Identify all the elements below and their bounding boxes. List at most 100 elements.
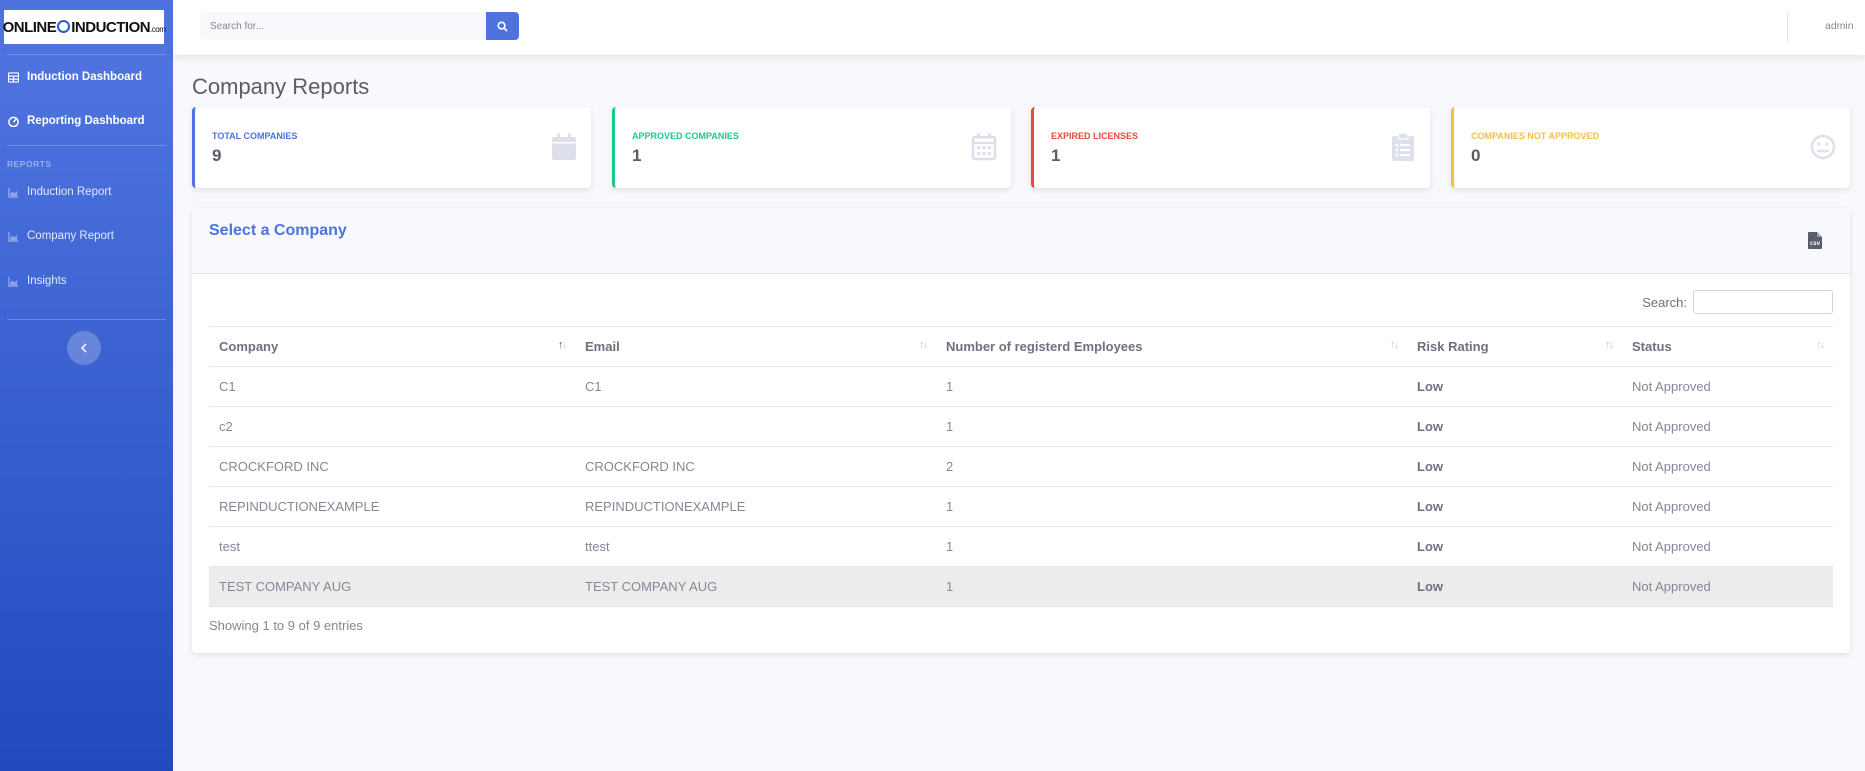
cell-risk-rating: Low: [1407, 486, 1622, 527]
sidebar-item-induction-dashboard[interactable]: Induction Dashboard: [8, 71, 142, 83]
chevron-left-icon: [80, 343, 87, 353]
calendar-icon: [552, 133, 576, 160]
company-table-panel: Select a Company CSV Search: Company ↑↓ E…: [192, 208, 1850, 653]
cell-risk-rating: Low: [1407, 366, 1622, 407]
card-total-companies: TOTAL COMPANIES 9: [192, 107, 591, 188]
sidebar-item-induction-report[interactable]: Induction Report: [8, 186, 111, 198]
table-row[interactable]: CROCKFORD INC CROCKFORD INC 2 Low Not Ap…: [209, 446, 1833, 487]
cell-risk-rating: Low: [1407, 526, 1622, 567]
logo[interactable]: ONLINE INDUCTION.com: [2, 10, 166, 44]
cell-risk-rating: Low: [1407, 406, 1622, 447]
cell-status: Not Approved: [1622, 366, 1833, 407]
sidebar-item-reporting-dashboard[interactable]: Reporting Dashboard: [8, 115, 145, 127]
sort-asc-icon: ↑↓: [558, 339, 567, 351]
sidebar-divider: [7, 54, 166, 55]
cell-email: TEST COMPANY AUG: [575, 566, 936, 607]
cell-company: c2: [209, 406, 575, 447]
sort-icon: ↑↓: [1605, 339, 1614, 351]
table-search-input[interactable]: [1693, 290, 1833, 314]
sidebar-heading: REPORTS: [7, 159, 52, 169]
topbar: admin: [173, 0, 1865, 55]
sidebar-item-insights[interactable]: Insights: [8, 275, 67, 287]
sidebar-item-label: Induction Dashboard: [27, 71, 142, 83]
table-search: Search:: [1642, 290, 1833, 314]
cell-company: CROCKFORD INC: [209, 446, 575, 487]
company-table: Company ↑↓ Email ↑↓ Number of registerd Em…: [209, 326, 1833, 607]
user-menu[interactable]: admin: [1825, 20, 1854, 32]
card-label: COMPANIES NOT APPROVED: [1471, 131, 1600, 141]
sort-icon: ↑↓: [919, 339, 928, 351]
table-info: Showing 1 to 9 of 9 entries: [209, 618, 363, 633]
sidebar-item-company-report[interactable]: Company Report: [8, 230, 114, 242]
table-row[interactable]: C1 C1 1 Low Not Approved: [209, 366, 1833, 407]
column-header-email[interactable]: Email ↑↓: [575, 326, 936, 367]
chart-area-icon: [8, 276, 19, 287]
search-icon: [497, 20, 508, 32]
column-header-company[interactable]: Company ↑↓: [209, 326, 575, 367]
table-header-row: Company ↑↓ Email ↑↓ Number of registerd Em…: [209, 326, 1833, 367]
cell-employees: 2: [936, 446, 1407, 487]
sort-icon: ↑↓: [1390, 339, 1399, 351]
sidebar-toggle-button[interactable]: [67, 331, 101, 365]
panel-header: Select a Company CSV: [192, 208, 1850, 274]
cell-company: REPINDUCTIONEXAMPLE: [209, 486, 575, 527]
table-search-label: Search:: [1642, 294, 1687, 310]
column-header-employees[interactable]: Number of registerd Employees ↑↓: [936, 326, 1407, 367]
cell-email: [575, 406, 936, 447]
card-value: 1: [1051, 146, 1061, 165]
column-header-risk-rating[interactable]: Risk Rating ↑↓: [1407, 326, 1622, 367]
cell-email: CROCKFORD INC: [575, 446, 936, 487]
card-value: 0: [1471, 146, 1481, 165]
svg-text:CSV: CSV: [1810, 241, 1821, 247]
cell-email: ttest: [575, 526, 936, 567]
cell-company: test: [209, 526, 575, 567]
chart-area-icon: [8, 231, 19, 242]
cell-employees: 1: [936, 566, 1407, 607]
column-header-status[interactable]: Status ↑↓: [1622, 326, 1833, 367]
card-value: 1: [632, 146, 642, 165]
logo-text: ONLINE INDUCTION.com: [2, 18, 166, 36]
cell-employees: 1: [936, 366, 1407, 407]
sidebar-item-label: Reporting Dashboard: [27, 115, 145, 127]
cell-email: REPINDUCTIONEXAMPLE: [575, 486, 936, 527]
topbar-search-button[interactable]: [486, 12, 519, 40]
card-label: TOTAL COMPANIES: [212, 131, 298, 141]
topbar-divider: [1787, 12, 1788, 42]
cell-employees: 1: [936, 486, 1407, 527]
panel-title: Select a Company: [209, 222, 347, 239]
clipboard-list-icon: [1392, 133, 1414, 161]
topbar-search-input[interactable]: [200, 12, 486, 40]
table-row[interactable]: c2 1 Low Not Approved: [209, 406, 1833, 447]
cell-status: Not Approved: [1622, 566, 1833, 607]
cell-status: Not Approved: [1622, 406, 1833, 447]
table-row[interactable]: TEST COMPANY AUG TEST COMPANY AUG 1 Low …: [209, 566, 1833, 607]
sort-icon: ↑↓: [1816, 339, 1825, 351]
meh-face-icon: [1810, 134, 1836, 160]
sidebar-divider: [7, 145, 166, 146]
gauge-icon: [8, 116, 19, 127]
card-label: EXPIRED LICENSES: [1051, 131, 1139, 141]
card-label: APPROVED COMPANIES: [632, 131, 739, 141]
card-approved-companies: APPROVED COMPANIES 1: [612, 107, 1011, 188]
cell-employees: 1: [936, 406, 1407, 447]
sidebar: ONLINE INDUCTION.com Induction Dashboard …: [0, 0, 173, 771]
card-companies-not-approved: COMPANIES NOT APPROVED 0: [1451, 107, 1850, 188]
cell-status: Not Approved: [1622, 526, 1833, 567]
cell-risk-rating: Low: [1407, 566, 1622, 607]
cell-company: C1: [209, 366, 575, 407]
chart-area-icon: [8, 187, 19, 198]
page-title: Company Reports: [192, 74, 370, 99]
sidebar-item-label: Induction Report: [27, 186, 112, 198]
card-value: 9: [212, 146, 222, 165]
table-icon: [8, 71, 19, 83]
cell-company: TEST COMPANY AUG: [209, 566, 575, 607]
sidebar-item-label: Insights: [27, 275, 67, 287]
logo-dot-icon: [57, 19, 71, 33]
csv-file-icon[interactable]: CSV: [1808, 232, 1822, 249]
cell-risk-rating: Low: [1407, 446, 1622, 487]
card-expired-licenses: EXPIRED LICENSES 1: [1031, 107, 1430, 188]
calendar-grid-icon: [971, 133, 997, 161]
table-row[interactable]: REPINDUCTIONEXAMPLE REPINDUCTIONEXAMPLE …: [209, 486, 1833, 527]
table-row[interactable]: test ttest 1 Low Not Approved: [209, 526, 1833, 567]
sidebar-divider: [7, 319, 166, 320]
